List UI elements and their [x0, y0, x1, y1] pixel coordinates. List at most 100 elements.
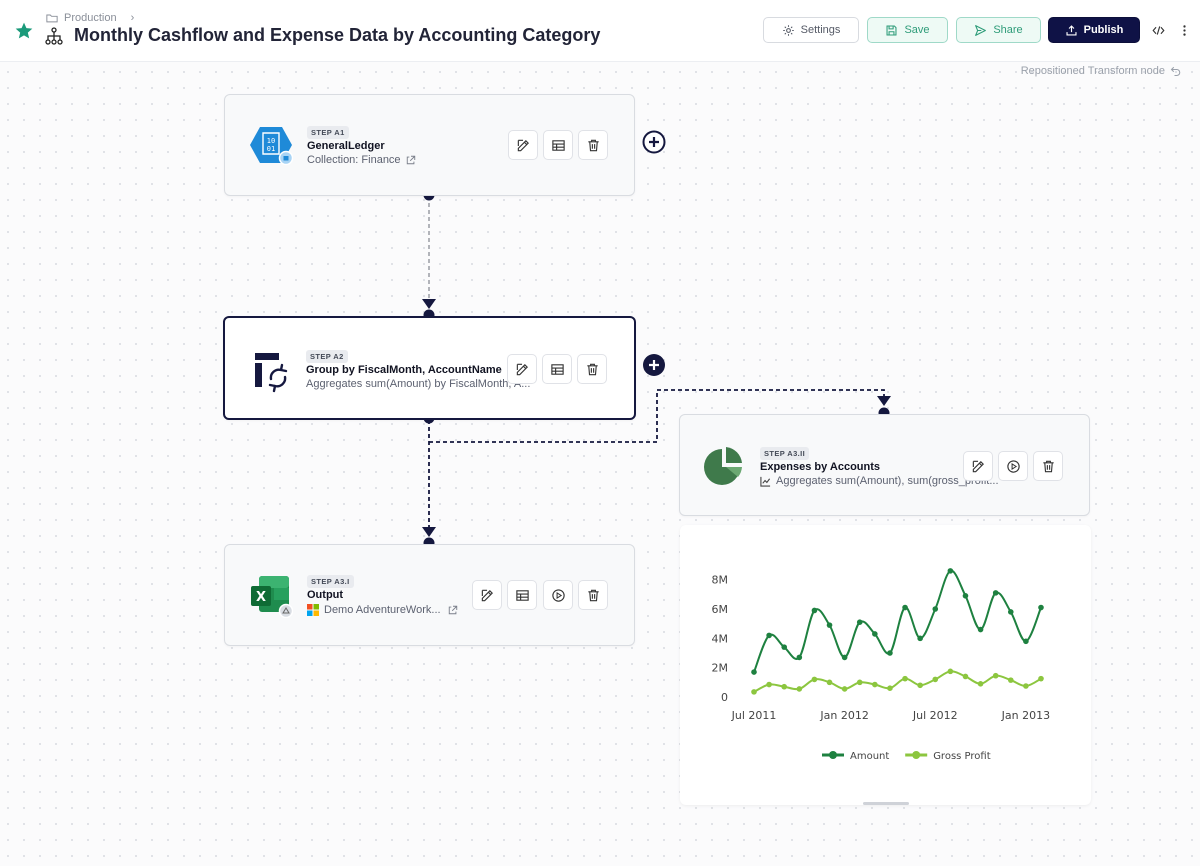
data-point-amount [947, 568, 954, 574]
edit-button[interactable] [507, 354, 537, 384]
arrow-a2-in [422, 299, 436, 309]
data-point-amount [1038, 604, 1044, 611]
delete-button[interactable] [577, 354, 607, 384]
publish-button[interactable]: Publish [1048, 17, 1140, 43]
line-chart-icon [760, 476, 771, 487]
data-point-gross-profit [887, 685, 893, 691]
settings-button[interactable]: Settings [763, 17, 859, 43]
pencil-icon [481, 589, 493, 601]
svg-text:10: 10 [267, 137, 275, 145]
x-tick-label: Jul 2012 [912, 709, 958, 722]
pencil-icon [517, 139, 529, 151]
breadcrumb-production[interactable]: Production [64, 12, 117, 24]
data-point-gross-profit [781, 683, 788, 690]
table-icon [515, 589, 529, 601]
trash-icon [587, 139, 599, 151]
save-label: Save [904, 24, 930, 36]
edit-button[interactable] [508, 130, 538, 160]
data-point-amount [872, 631, 878, 637]
trash-icon [1042, 460, 1054, 472]
data-point-gross-profit [1038, 675, 1044, 682]
data-point-amount [887, 650, 893, 656]
aggregate-description: Aggregates sum(Amount) by FiscalMonth, A… [306, 378, 531, 390]
data-point-gross-profit [766, 681, 772, 688]
data-point-amount [932, 606, 939, 612]
data-point-amount [781, 644, 788, 650]
data-point-amount [856, 619, 863, 625]
data-point-amount [977, 626, 984, 633]
add-step-icon[interactable] [642, 130, 666, 154]
more-vertical-icon [1182, 24, 1186, 36]
breadcrumb: Production › [46, 12, 134, 24]
upload-icon [1066, 24, 1077, 36]
folder-icon [46, 14, 58, 23]
publish-label: Publish [1083, 24, 1124, 36]
data-point-gross-profit [811, 676, 818, 683]
table-view-button[interactable] [543, 130, 573, 160]
status-message: Repositioned Transform node [1021, 65, 1182, 77]
chevron-right-icon: › [130, 12, 135, 24]
node-subtitle: Demo AdventureWork... [307, 604, 458, 616]
x-tick-label: Jul 2011 [731, 709, 777, 722]
excel-icon: X [251, 576, 293, 618]
edit-button[interactable] [472, 580, 502, 610]
delete-button[interactable] [1033, 451, 1063, 481]
data-point-amount [766, 632, 772, 639]
y-tick-label: 8M [712, 574, 729, 587]
data-point-amount [826, 622, 833, 628]
data-point-gross-profit [932, 676, 939, 683]
star-icon[interactable] [14, 21, 34, 41]
save-button[interactable]: Save [867, 17, 948, 43]
legend-label-amount: Amount [850, 751, 889, 762]
run-button[interactable] [543, 580, 573, 610]
legend-marker-amount [829, 751, 837, 759]
node-subtitle: Collection: Finance [307, 154, 416, 166]
share-button[interactable]: Share [956, 17, 1041, 43]
node-output[interactable]: X STEP A3.I Output Demo AdventureWork... [224, 544, 635, 646]
group-transform-icon [255, 353, 288, 393]
table-view-button[interactable] [507, 580, 537, 610]
table-view-button[interactable] [542, 354, 572, 384]
add-step-icon[interactable] [642, 353, 666, 377]
table-icon [550, 363, 564, 375]
share-label: Share [993, 24, 1023, 36]
send-icon [975, 24, 987, 36]
svg-text:X: X [256, 590, 266, 605]
y-tick-label: 0 [721, 691, 728, 704]
node-expenses-by-accounts[interactable]: STEP A3.II Expenses by Accounts Aggregat… [679, 414, 1090, 516]
undo-icon[interactable] [1170, 65, 1182, 77]
status-message-text: Repositioned Transform node [1020, 65, 1165, 77]
node-title: Output [307, 589, 344, 601]
node-title: GeneralLedger [307, 140, 385, 152]
delete-button[interactable] [578, 580, 608, 610]
arrow-a31-in [422, 527, 436, 537]
data-point-amount [1007, 609, 1014, 615]
run-button[interactable] [998, 451, 1028, 481]
external-link-icon[interactable] [448, 605, 458, 615]
external-link-icon[interactable] [406, 155, 416, 165]
data-point-amount [917, 635, 923, 642]
data-point-gross-profit [992, 672, 999, 679]
step-badge: STEP A3.I [307, 575, 354, 588]
node-subtitle: Aggregates sum(Amount) by FiscalMonth, A… [306, 378, 530, 390]
code-view-button[interactable] [1147, 17, 1169, 43]
more-options-button[interactable] [1174, 17, 1194, 43]
data-point-gross-profit [1007, 677, 1014, 683]
node-group-by[interactable]: STEP A2 Group by FiscalMonth, AccountNam… [223, 316, 636, 420]
chart-preview: 0 2M 4M 6M 8M Jul 2011 Jan 2012 Jul 2012 Jan 201… [680, 525, 1091, 805]
edit-button[interactable] [963, 451, 993, 481]
data-point-gross-profit [856, 679, 863, 686]
gear-icon [782, 24, 794, 36]
pencil-icon [972, 460, 984, 472]
resize-handle[interactable] [863, 802, 909, 805]
y-tick-label: 6M [712, 603, 729, 616]
node-general-ledger[interactable]: 10 01 STEP A1 GeneralLedger Collection: … [224, 94, 635, 196]
step-badge: STEP A1 [307, 126, 349, 139]
code-icon [1151, 25, 1165, 35]
data-point-gross-profit [977, 681, 984, 687]
legend-marker-gross-profit [912, 751, 921, 759]
trash-icon [586, 363, 598, 375]
svg-text:01: 01 [267, 145, 275, 153]
delete-button[interactable] [578, 130, 608, 160]
data-point-amount [902, 604, 908, 611]
